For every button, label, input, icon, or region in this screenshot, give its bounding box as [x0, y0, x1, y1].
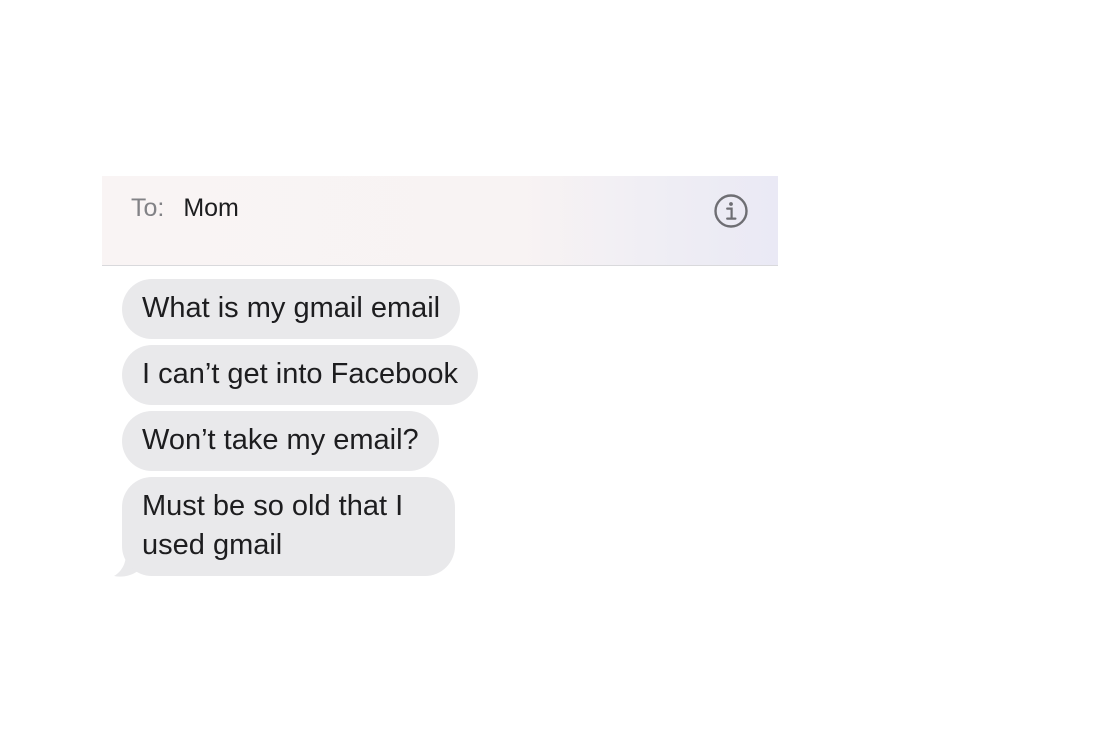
message-bubble[interactable]: What is my gmail email [122, 279, 461, 339]
message-bubble[interactable]: Must be so old that I used gmail [122, 477, 455, 576]
to-label: To: [131, 194, 165, 222]
recipient-field[interactable]: To: Mom [131, 193, 239, 223]
info-button[interactable] [713, 193, 749, 229]
messages-window: To: Mom What is my gmail email I can’t g… [102, 176, 778, 577]
conversation-header: To: Mom [102, 176, 778, 266]
recipient-name[interactable]: Mom [183, 194, 239, 222]
info-circle-icon [713, 193, 749, 229]
message-bubble[interactable]: Won’t take my email? [122, 411, 439, 471]
message-bubble[interactable]: I can’t get into Facebook [122, 345, 478, 405]
